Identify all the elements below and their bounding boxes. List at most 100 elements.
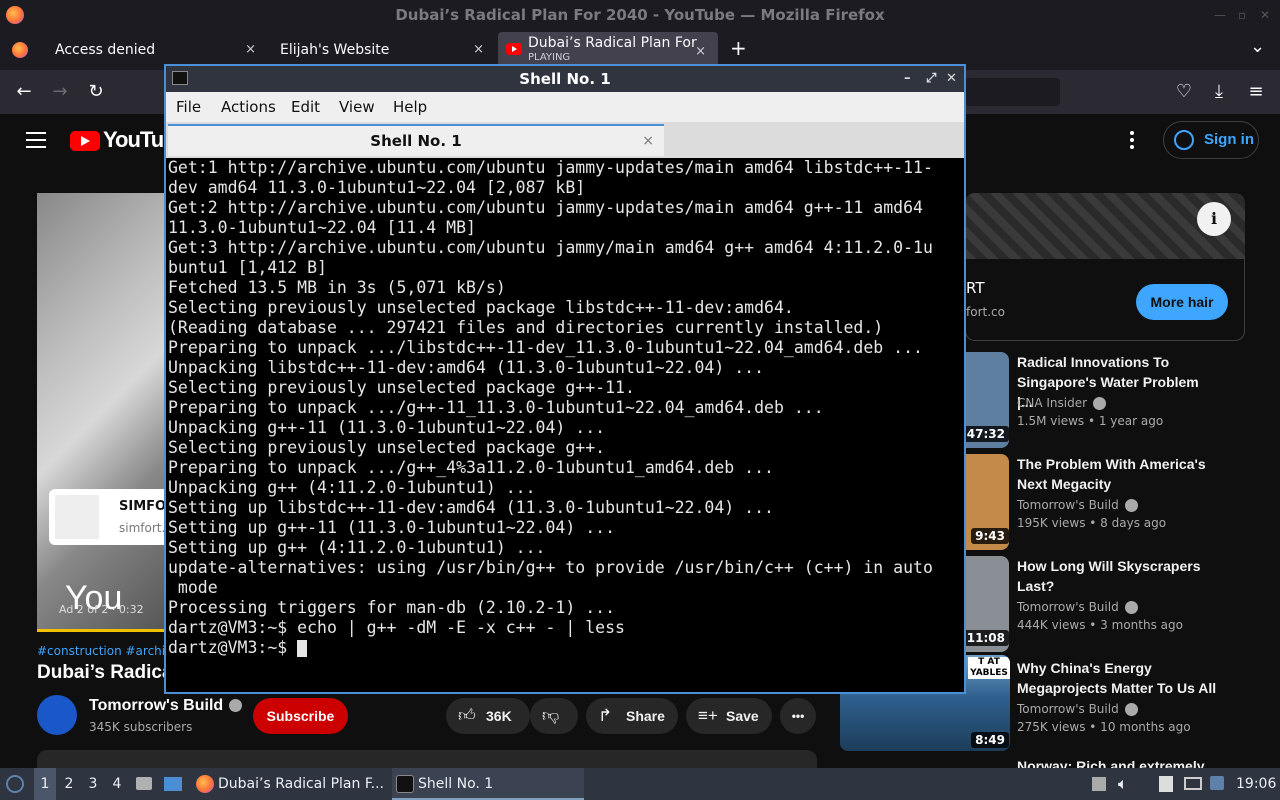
- minimize-icon[interactable]: —: [1214, 0, 1226, 30]
- minimize-icon[interactable]: –: [904, 66, 911, 92]
- workspace-1[interactable]: 1: [34, 768, 56, 800]
- url-bar[interactable]: [965, 78, 1060, 106]
- more-actions-button[interactable]: •••: [780, 698, 816, 734]
- video-meta: 195K views • 8 days ago: [1017, 516, 1167, 530]
- terminal-line: Preparing to unpack .../libstdc++-11-dev…: [168, 338, 923, 357]
- channel-name[interactable]: Tomorrow's Build: [1017, 600, 1138, 614]
- terminal-line: Get:1 http://archive.ubuntu.com/ubuntu j…: [168, 158, 933, 177]
- ad-progress-bar[interactable]: [37, 629, 167, 632]
- forward-icon[interactable]: →: [48, 80, 72, 104]
- tab-list-icon[interactable]: ⌄: [1250, 36, 1265, 57]
- terminal-tab[interactable]: Shell No. 1 ×: [168, 124, 664, 156]
- recommended-video[interactable]: 11:08 How Long Will Skyscrapers Last? To…: [962, 556, 1265, 652]
- file-manager-icon[interactable]: [134, 768, 154, 800]
- thumbs-down-icon: 👎︎: [542, 706, 560, 725]
- hamburger-menu-icon[interactable]: [26, 132, 46, 148]
- menu-view[interactable]: View: [339, 98, 375, 116]
- tab-label: Dubai’s Radical Plan For: [528, 35, 697, 51]
- video-thumbnail[interactable]: 11:08: [962, 556, 1009, 652]
- update-notifier-icon[interactable]: [1208, 768, 1226, 800]
- window-title: Dubai’s Radical Plan For 2040 - YouTube …: [395, 6, 885, 24]
- side-ad-domain: fort.co: [966, 305, 1005, 319]
- app-menu-icon[interactable]: ≡: [1244, 80, 1268, 104]
- reload-icon[interactable]: ↻: [84, 80, 108, 104]
- channel-name[interactable]: Tomorrow's Build: [1017, 702, 1138, 716]
- subscribe-button[interactable]: Subscribe: [253, 698, 348, 734]
- youtube-favicon-icon: [506, 43, 522, 55]
- close-tab-icon[interactable]: ×: [642, 126, 654, 156]
- tab-youtube-video[interactable]: Dubai’s Radical Plan For PLAYING ×: [498, 32, 718, 68]
- terminal-icon: [396, 775, 414, 793]
- video-thumbnail[interactable]: 47:32: [962, 352, 1009, 448]
- tray-icon[interactable]: [1090, 768, 1108, 800]
- menu-actions[interactable]: Actions: [221, 98, 276, 116]
- close-icon[interactable]: ✕: [1260, 0, 1270, 30]
- channel-avatar[interactable]: [37, 695, 77, 735]
- show-desktop-icon[interactable]: [162, 768, 184, 800]
- menu-help[interactable]: Help: [393, 98, 427, 116]
- start-menu-icon[interactable]: [4, 768, 28, 800]
- downloads-icon[interactable]: ⤓: [1207, 80, 1231, 104]
- maximize-icon[interactable]: ⤢: [926, 66, 936, 92]
- video-thumbnail[interactable]: 9:43: [965, 454, 1009, 550]
- maximize-icon[interactable]: ▫: [1238, 0, 1246, 30]
- workspace-2[interactable]: 2: [58, 768, 80, 800]
- video-title[interactable]: The Problem With America's Next Megacity: [1017, 454, 1217, 494]
- ad-product-image: [55, 495, 99, 539]
- recommended-video[interactable]: 9:43 The Problem With America's Next Meg…: [965, 454, 1265, 550]
- terminal-window[interactable]: Shell No. 1 – ⤢ ✕ File Actions Edit View…: [164, 64, 966, 694]
- menu-edit[interactable]: Edit: [291, 98, 320, 116]
- tab-label: Access denied: [55, 42, 156, 58]
- info-icon[interactable]: i: [1197, 202, 1231, 236]
- save-button[interactable]: ≡+ Save: [686, 698, 772, 734]
- video-title[interactable]: How Long Will Skyscrapers Last?: [1017, 556, 1217, 596]
- workspace-4[interactable]: 4: [106, 768, 128, 800]
- video-player[interactable]: SIMFORT simfort.co You nee Ad 2 of 2 · 0…: [37, 193, 167, 631]
- share-label: Share: [626, 708, 665, 724]
- channel-name[interactable]: Tomorrow's Build: [89, 697, 243, 715]
- share-button[interactable]: ↱ Share: [586, 698, 678, 734]
- workspace-3[interactable]: 3: [82, 768, 104, 800]
- terminal-line: Fetched 13.5 MB in 3s (5,071 kB/s): [168, 278, 506, 297]
- verified-icon: [1124, 499, 1138, 512]
- video-title[interactable]: Norway: Rich and extremely: [1017, 760, 1217, 768]
- terminal-titlebar[interactable]: Shell No. 1 – ⤢ ✕: [166, 66, 964, 92]
- new-tab-button[interactable]: +: [730, 36, 747, 60]
- terminal-line: Unpacking g++-11 (11.3.0-1ubuntu1~22.04)…: [168, 418, 606, 437]
- recommended-video[interactable]: 8:49 Why China's Energy Megaprojects Mat…: [965, 658, 1265, 754]
- back-icon[interactable]: ←: [12, 80, 36, 104]
- video-title[interactable]: Why China's Energy Megaprojects Matter T…: [1017, 658, 1217, 698]
- taskbar-firefox[interactable]: Dubai’s Radical Plan F...: [192, 768, 388, 800]
- volume-icon[interactable]: 🔈︎: [1118, 768, 1138, 800]
- ad-cta-button[interactable]: More hair: [1136, 284, 1228, 320]
- terminal-icon: [172, 71, 188, 85]
- terminal-prompt-line[interactable]: dartz@VM3:~$: [168, 638, 962, 658]
- channel-name[interactable]: CNA Insider: [1017, 396, 1107, 410]
- ad-overlay-card[interactable]: SIMFORT simfort.co: [49, 489, 167, 545]
- more-options-icon[interactable]: [1130, 131, 1134, 151]
- channel-name[interactable]: Tomorrow's Build: [1017, 498, 1138, 512]
- terminal-line: (Reading database ... 297421 files and d…: [168, 318, 884, 337]
- taskbar-terminal[interactable]: Shell No. 1: [392, 768, 584, 800]
- sign-in-button[interactable]: Sign in: [1163, 121, 1259, 159]
- description-box[interactable]: [37, 750, 817, 770]
- terminal-line: Setting up libstdc++-11-dev:amd64 (11.3.…: [168, 498, 774, 517]
- pocket-icon[interactable]: ♡: [1172, 80, 1196, 104]
- clock: 19:06: [1236, 776, 1277, 792]
- terminal-output[interactable]: Get:1 http://archive.ubuntu.com/ubuntu j…: [166, 158, 964, 692]
- recommended-video[interactable]: 47:32 Radical Innovations To Singapore's…: [962, 352, 1265, 448]
- dislike-button[interactable]: 👎︎: [530, 698, 578, 734]
- recommended-video[interactable]: Norway: Rich and extremely: [965, 760, 1265, 768]
- network-icon[interactable]: [1182, 768, 1204, 800]
- terminal-line: mode: [168, 578, 218, 597]
- firefox-view-icon[interactable]: [12, 42, 28, 58]
- save-label: Save: [726, 708, 759, 724]
- like-count: 36K: [486, 708, 512, 724]
- terminal-line: Selecting previously unselected package …: [168, 378, 635, 397]
- menu-file[interactable]: File: [176, 98, 201, 116]
- clipboard-icon[interactable]: [1156, 768, 1176, 800]
- youtube-logo-icon[interactable]: [70, 131, 100, 151]
- video-hashtags[interactable]: #construction #archited: [37, 644, 185, 658]
- close-icon[interactable]: ✕: [946, 66, 957, 92]
- like-button[interactable]: 👍︎ 36K: [446, 698, 530, 734]
